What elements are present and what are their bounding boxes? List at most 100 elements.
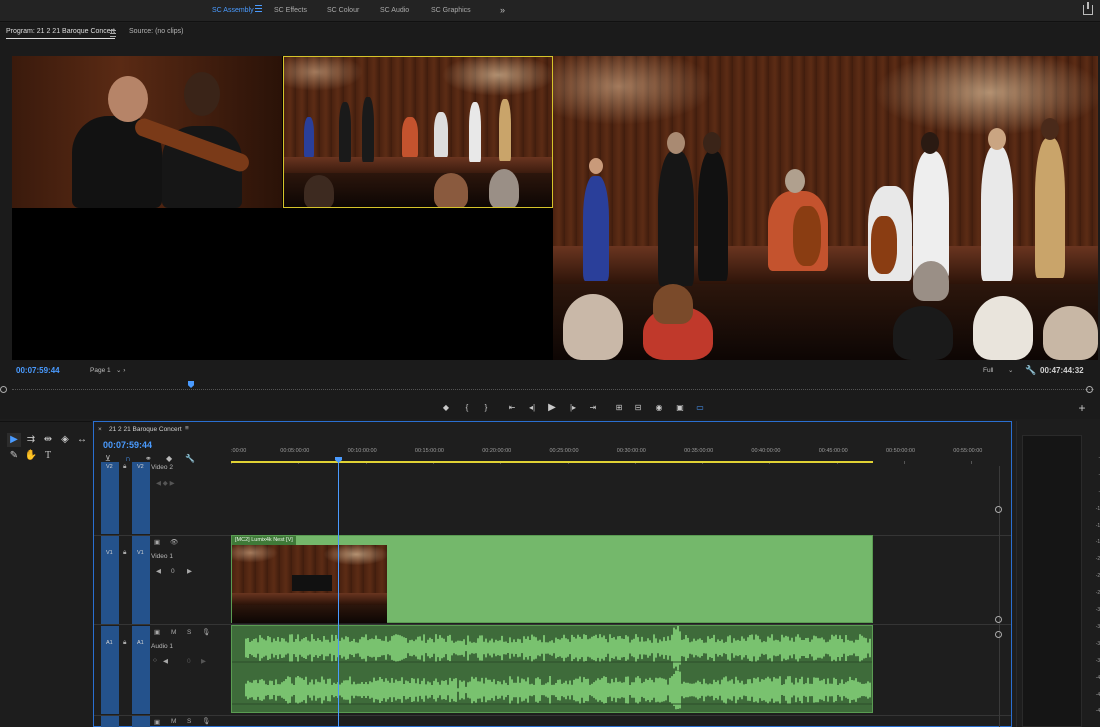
workspace-tab-effects[interactable]: SC Effects xyxy=(274,0,307,22)
page-dropdown-icon[interactable]: ⌄ › xyxy=(116,366,125,374)
timeline-timecode[interactable]: 00:07:59:44 xyxy=(103,440,152,450)
workspace-tab-audio[interactable]: SC Audio xyxy=(380,0,409,22)
tab-program-monitor[interactable]: Program: 21 2 21 Baroque Concert xyxy=(6,28,115,39)
workspace-tab-assembly[interactable]: SC Assembly xyxy=(212,0,254,22)
mute-track-button[interactable]: M xyxy=(171,718,176,725)
more-workspaces-icon[interactable]: » xyxy=(500,0,505,20)
camera-angle-wide[interactable] xyxy=(283,56,553,208)
camera-angle-closeup[interactable] xyxy=(12,56,282,208)
track-name[interactable]: Video 2 xyxy=(151,464,173,471)
pen-tool-icon[interactable]: ✎ xyxy=(7,449,21,463)
track-lock-icon[interactable]: 🔒︎ xyxy=(123,639,126,647)
workspace-tab-graphics[interactable]: SC Graphics xyxy=(431,0,471,22)
play-icon[interactable]: ▶ xyxy=(545,401,559,415)
mark-in-icon[interactable]: { xyxy=(460,401,474,415)
page-select[interactable]: Page 1 xyxy=(90,367,111,374)
insert-icon[interactable]: ⊞ xyxy=(612,401,626,415)
close-sequence-icon[interactable]: × xyxy=(98,426,102,433)
toggle-output-eye-icon[interactable]: 👁︎ xyxy=(170,538,178,546)
track-name[interactable]: Video 1 xyxy=(151,553,173,560)
selection-tool-icon[interactable]: ▶ xyxy=(7,433,21,447)
keyframe-nav-icon[interactable]: ◀ ◆ ▶ xyxy=(156,479,175,487)
transport-controls: ◆ { } ⇤ ◂| ▶ |▸ ⇥ ⊞ ⊟ ◉ ▣ ▭ + xyxy=(0,401,1100,417)
mute-track-button[interactable]: M xyxy=(171,629,176,636)
type-tool-icon[interactable]: T xyxy=(41,449,55,463)
keyframe-next-icon[interactable]: ▶ xyxy=(201,657,206,665)
program-viewer[interactable] xyxy=(12,56,1098,360)
resolution-dropdown-icon[interactable]: ⌄ xyxy=(1008,366,1013,374)
scroll-handle[interactable] xyxy=(995,631,1002,638)
track-scrollbar[interactable] xyxy=(995,466,1003,727)
source-patch-label: V2 xyxy=(106,464,113,470)
source-patch-a2[interactable] xyxy=(101,716,119,727)
button-editor-plus-icon[interactable]: + xyxy=(1075,401,1089,415)
violinist-head xyxy=(108,76,148,122)
pan-knob-icon[interactable]: ○ xyxy=(153,657,157,664)
solo-track-button[interactable]: S xyxy=(187,718,191,725)
solo-track-button[interactable]: S xyxy=(187,629,191,636)
musician-head xyxy=(988,128,1006,150)
comparison-view-icon[interactable]: ▣ xyxy=(673,401,687,415)
sync-lock-icon[interactable]: ▣ xyxy=(154,538,160,546)
video-clip[interactable]: [MC2] Lumix4k Nest [V] xyxy=(231,535,873,623)
step-forward-icon[interactable]: |▸ xyxy=(566,401,580,415)
export-frame-icon[interactable]: ◉ xyxy=(652,401,666,415)
audio-clip[interactable] xyxy=(231,625,873,713)
scroll-handle[interactable] xyxy=(995,616,1002,623)
zoom-left-handle[interactable] xyxy=(0,386,7,393)
track-lock-icon[interactable]: 🔒︎ xyxy=(123,549,126,557)
monitor-scrub-bar[interactable] xyxy=(0,381,1094,395)
work-area-bar[interactable] xyxy=(231,461,873,463)
multicam-view-icon[interactable]: ▭ xyxy=(693,401,707,415)
source-patch-label: A1 xyxy=(106,640,113,646)
tab-source-monitor[interactable]: Source: (no clips) xyxy=(129,28,183,35)
ripple-edit-tool-icon[interactable]: ⇹ xyxy=(41,433,55,447)
overwrite-icon[interactable]: ⊟ xyxy=(631,401,645,415)
track-select-tool-icon[interactable]: ⇉ xyxy=(24,433,38,447)
voiceover-mic-icon[interactable]: 🎙︎ xyxy=(202,628,210,636)
track-target-v2[interactable] xyxy=(132,462,150,534)
panel-menu-icon[interactable] xyxy=(110,30,116,39)
source-patch-v2[interactable] xyxy=(101,462,119,534)
voiceover-mic-icon[interactable]: 🎙︎ xyxy=(202,717,210,725)
sync-lock-icon[interactable]: ▣ xyxy=(154,628,160,636)
track-name[interactable]: Audio 1 xyxy=(151,643,173,650)
settings-wrench-icon[interactable]: 🔧 xyxy=(1025,365,1036,376)
audience-head xyxy=(913,261,949,301)
go-to-out-icon[interactable]: ⇥ xyxy=(586,401,600,415)
add-marker-icon[interactable]: ◆ xyxy=(439,401,453,415)
share-icon[interactable] xyxy=(1083,2,1093,15)
monitor-playhead[interactable] xyxy=(188,381,194,388)
keyframe-value: 0 xyxy=(171,568,175,575)
mark-out-icon[interactable]: } xyxy=(479,401,493,415)
track-lock-icon[interactable]: 🔒︎ xyxy=(123,463,126,471)
keyframe-nav-icon[interactable]: ◀ xyxy=(156,567,161,575)
step-back-icon[interactable]: ◂| xyxy=(525,401,539,415)
workspace-menu-icon[interactable] xyxy=(255,5,262,14)
track-target-a2[interactable] xyxy=(132,716,150,727)
track-target-label: A1 xyxy=(137,640,144,646)
go-to-in-icon[interactable]: ⇤ xyxy=(505,401,519,415)
playback-resolution-select[interactable]: Full xyxy=(983,367,993,374)
source-patch-label: V1 xyxy=(106,550,113,556)
workspace-tab-colour[interactable]: SC Colour xyxy=(327,0,359,22)
audience-head xyxy=(489,169,519,207)
playhead-timecode[interactable]: 00:07:59:44 xyxy=(16,366,60,375)
razor-tool-icon[interactable]: ◈ xyxy=(58,433,72,447)
scroll-handle[interactable] xyxy=(995,506,1002,513)
hand-tool-icon[interactable]: ✋ xyxy=(24,449,38,463)
sequence-tab[interactable]: 21 2 21 Baroque Concert xyxy=(109,426,182,433)
meter-scale-label: -27 xyxy=(1095,590,1100,597)
zoom-right-handle[interactable] xyxy=(1086,386,1093,393)
sequence-menu-icon[interactable]: ≡ xyxy=(185,425,189,432)
ruler-tick xyxy=(904,461,905,464)
cellist-head xyxy=(785,169,805,193)
ruler-tick-label: :00:00 xyxy=(231,448,247,454)
keyframe-next-icon[interactable]: ▶ xyxy=(187,567,192,575)
keyframe-nav-icon[interactable]: ◀ xyxy=(163,657,168,665)
timeline-playhead-line[interactable] xyxy=(338,459,339,727)
ruler-tick-label: 00:10:00:00 xyxy=(347,448,377,454)
slip-tool-icon[interactable]: ↔ xyxy=(75,433,89,447)
musician xyxy=(499,99,511,161)
sync-lock-icon[interactable]: ▣ xyxy=(154,718,160,726)
